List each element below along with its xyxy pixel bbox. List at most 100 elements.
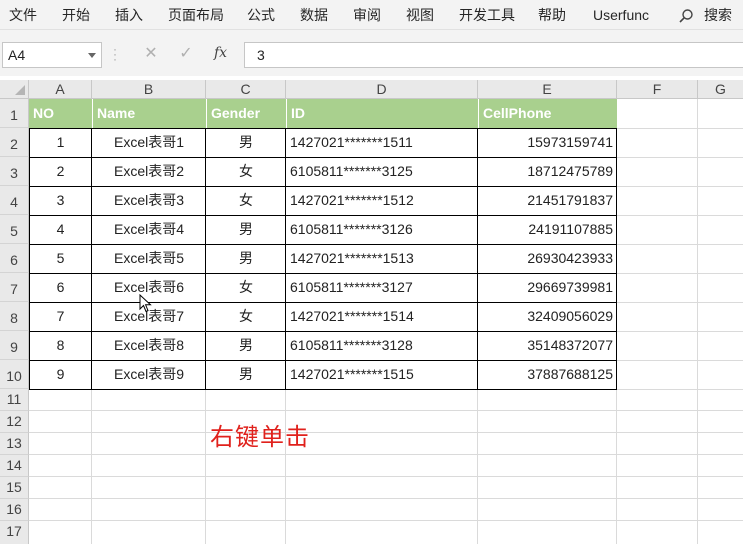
header-cell-no[interactable]: NO [29, 99, 92, 128]
table-cell[interactable]: 7 [29, 302, 92, 331]
tab-data[interactable]: 数据 [300, 0, 328, 30]
enter-icon[interactable]: ✓ [176, 44, 196, 64]
table-cell[interactable]: 5 [29, 244, 92, 273]
table-cell[interactable]: 29669739981 [478, 273, 617, 302]
header-cell-cellphone[interactable]: CellPhone [478, 99, 617, 128]
table-border [29, 331, 617, 332]
row-header-5[interactable]: 5 [0, 215, 29, 244]
row-header-2[interactable]: 2 [0, 128, 29, 157]
row-header-1[interactable]: 1 [0, 99, 29, 128]
row-header-11[interactable]: 11 [0, 389, 29, 411]
column-header-e[interactable]: E [478, 80, 617, 99]
select-all-button[interactable] [0, 80, 29, 99]
table-cell[interactable]: 1 [29, 128, 92, 157]
row-header-9[interactable]: 9 [0, 331, 29, 360]
table-cell[interactable]: 3 [29, 186, 92, 215]
table-cell[interactable]: 37887688125 [478, 360, 617, 389]
gridline [617, 360, 743, 361]
table-cell[interactable]: 女 [206, 157, 286, 186]
table-cell[interactable]: 女 [206, 186, 286, 215]
tab-review[interactable]: 审阅 [353, 0, 381, 30]
table-cell[interactable]: 6105811*******3128 [286, 331, 478, 360]
table-cell[interactable]: Excel表哥1 [92, 128, 206, 157]
column-header-f[interactable]: F [617, 80, 698, 99]
name-box[interactable]: A4 [2, 42, 102, 68]
table-cell[interactable]: 男 [206, 244, 286, 273]
table-cell[interactable]: 6 [29, 273, 92, 302]
table-cell[interactable]: 男 [206, 128, 286, 157]
table-cell[interactable]: 1427021*******1515 [286, 360, 478, 389]
tab-formulas[interactable]: 公式 [247, 0, 275, 30]
table-cell[interactable]: Excel表哥2 [92, 157, 206, 186]
table-cell[interactable]: 24191107885 [478, 215, 617, 244]
table-cell[interactable]: 4 [29, 215, 92, 244]
tab-view[interactable]: 视图 [406, 0, 434, 30]
column-header-b[interactable]: B [92, 80, 206, 99]
row-header-12[interactable]: 12 [0, 411, 29, 433]
table-cell[interactable]: 男 [206, 331, 286, 360]
table-cell[interactable]: 女 [206, 302, 286, 331]
table-cell[interactable]: 26930423933 [478, 244, 617, 273]
row-header-7[interactable]: 7 [0, 273, 29, 302]
table-cell[interactable]: Excel表哥8 [92, 331, 206, 360]
cancel-icon[interactable]: ✕ [141, 44, 161, 64]
row-header-3[interactable]: 3 [0, 157, 29, 186]
table-cell[interactable]: 男 [206, 215, 286, 244]
tab-file[interactable]: 文件 [9, 0, 37, 30]
table-cell[interactable]: 男 [206, 360, 286, 389]
header-cell-name[interactable]: Name [92, 99, 206, 128]
tab-developer[interactable]: 开发工具 [459, 0, 515, 30]
tab-help[interactable]: 帮助 [538, 0, 566, 30]
table-cell[interactable]: Excel表哥9 [92, 360, 206, 389]
table-cell[interactable]: Excel表哥4 [92, 215, 206, 244]
row-header-15[interactable]: 15 [0, 477, 29, 499]
table-cell[interactable]: 6105811*******3125 [286, 157, 478, 186]
table-cell[interactable]: 32409056029 [478, 302, 617, 331]
table-cell[interactable]: 6105811*******3127 [286, 273, 478, 302]
header-cell-id[interactable]: ID [286, 99, 478, 128]
formula-input[interactable]: 3 [244, 42, 743, 68]
table-cell[interactable]: 6105811*******3126 [286, 215, 478, 244]
header-cell-gender[interactable]: Gender [206, 99, 286, 128]
drag-handle-icon[interactable]: · · · [113, 43, 117, 65]
row-header-4[interactable]: 4 [0, 186, 29, 215]
table-cell[interactable]: 1427021*******1512 [286, 186, 478, 215]
table-cell[interactable]: 18712475789 [478, 157, 617, 186]
table-border [29, 360, 617, 361]
table-cell[interactable]: Excel表哥5 [92, 244, 206, 273]
table-cell[interactable]: 8 [29, 331, 92, 360]
table-cell[interactable]: Excel表哥3 [92, 186, 206, 215]
column-header-g[interactable]: G [698, 80, 743, 99]
row-header-8[interactable]: 8 [0, 302, 29, 331]
chevron-down-icon[interactable] [88, 53, 96, 58]
table-cell[interactable]: 35148372077 [478, 331, 617, 360]
tab-page-layout[interactable]: 页面布局 [168, 0, 224, 30]
row-header-17[interactable]: 17 [0, 521, 29, 544]
table-cell[interactable]: 21451791837 [478, 186, 617, 215]
table-cell[interactable]: 1427021*******1511 [286, 128, 478, 157]
row-header-6[interactable]: 6 [0, 244, 29, 273]
gridline [29, 454, 743, 455]
table-cell[interactable]: 1427021*******1513 [286, 244, 478, 273]
column-header-a[interactable]: A [29, 80, 92, 99]
gridline [29, 410, 743, 411]
table-cell[interactable]: 女 [206, 273, 286, 302]
table-cell[interactable]: 1427021*******1514 [286, 302, 478, 331]
tab-userfunc[interactable]: Userfunc [593, 0, 649, 30]
insert-function-button[interactable]: fx [214, 45, 227, 61]
row-header-13[interactable]: 13 [0, 433, 29, 455]
row-header-14[interactable]: 14 [0, 455, 29, 477]
table-cell[interactable]: 2 [29, 157, 92, 186]
table-cell[interactable]: 15973159741 [478, 128, 617, 157]
table-border [91, 128, 92, 389]
row-header-10[interactable]: 10 [0, 360, 29, 389]
row-header-16[interactable]: 16 [0, 499, 29, 521]
column-header-d[interactable]: D [286, 80, 478, 99]
table-cell[interactable]: 9 [29, 360, 92, 389]
tab-insert[interactable]: 插入 [115, 0, 143, 30]
tab-home[interactable]: 开始 [62, 0, 90, 30]
column-header-c[interactable]: C [206, 80, 286, 99]
table-border [29, 302, 617, 303]
worksheet-grid[interactable]: A B C D E F G 1 2 3 4 5 6 7 8 9 10 11 12… [0, 80, 743, 544]
table-border [29, 128, 617, 129]
